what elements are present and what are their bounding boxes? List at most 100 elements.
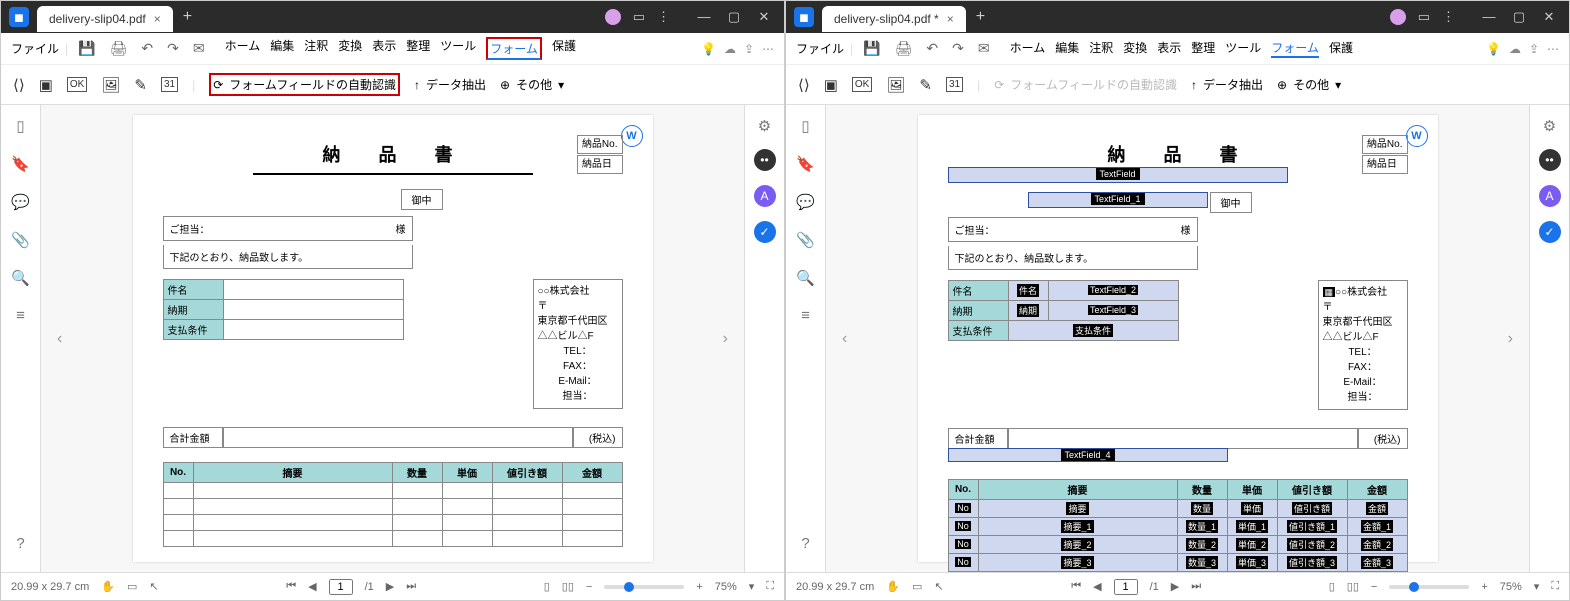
form-field[interactable]: TextField_2 <box>1048 281 1178 301</box>
menu-protect[interactable]: 保護 <box>552 37 576 60</box>
bookmark-icon[interactable]: 🔖 <box>796 155 815 173</box>
print-icon[interactable]: 🖨 <box>106 40 132 57</box>
zoom-slider[interactable] <box>604 585 684 589</box>
menu-convert[interactable]: 変換 <box>1123 39 1147 58</box>
form-field[interactable]: 支払条件 <box>1008 321 1178 341</box>
cursor-icon[interactable]: ↖ <box>149 580 158 593</box>
layers-icon[interactable]: ≡ <box>801 307 810 324</box>
tool-date-icon[interactable]: 31 <box>946 77 963 92</box>
next-page-arrow[interactable]: › <box>719 326 732 352</box>
data-extract-button[interactable]: ↑ データ抽出 <box>414 76 486 93</box>
tool-textfield-icon[interactable]: ⟨⟩ <box>798 76 810 94</box>
page-input[interactable] <box>1114 579 1138 595</box>
close-window-icon[interactable]: ✕ <box>752 9 776 25</box>
other-button[interactable]: ⊕ その他 ▾ <box>1277 76 1341 93</box>
tool-date-icon[interactable]: 31 <box>161 77 178 92</box>
first-page-icon[interactable]: ⏮ <box>1071 580 1081 593</box>
undo-icon[interactable]: ↶ <box>137 40 157 57</box>
print-icon[interactable]: 🖨 <box>891 40 917 57</box>
redo-icon[interactable]: ↷ <box>163 40 183 57</box>
prev-icon[interactable]: ◀ <box>1093 580 1101 593</box>
avatar-icon[interactable] <box>1390 9 1406 25</box>
auto-recognize-button[interactable]: ⟳ フォームフィールドの自動認識 <box>209 73 400 96</box>
menu-view[interactable]: 表示 <box>1157 39 1181 58</box>
save-icon[interactable]: 💾 <box>859 40 884 57</box>
help-icon[interactable]: ? <box>801 535 809 552</box>
zoom-in-icon[interactable]: + <box>1481 581 1487 593</box>
settings-icon[interactable]: ⚙ <box>758 117 771 135</box>
more-icon[interactable]: ⋯ <box>1547 42 1559 56</box>
fullscreen-icon[interactable]: ⛶ <box>1551 580 1559 593</box>
menu-dots-icon[interactable]: ⋮ <box>657 9 670 25</box>
tool-image-icon[interactable]: 🖼 <box>101 76 120 94</box>
tool-textfield-icon[interactable]: ⟨⟩ <box>13 76 25 94</box>
tool-ok-icon[interactable]: OK <box>852 77 872 92</box>
layers-icon[interactable]: ≡ <box>16 307 25 324</box>
menu-edit[interactable]: 編集 <box>1055 39 1079 58</box>
word-badge-icon[interactable]: W <box>621 125 643 147</box>
close-window-icon[interactable]: ✕ <box>1537 9 1561 25</box>
ai-badge-1[interactable]: •• <box>1539 149 1561 171</box>
ai-badge-2[interactable]: A <box>1539 185 1561 207</box>
search-icon[interactable]: 🔍 <box>11 269 30 287</box>
next-page-arrow[interactable]: › <box>1504 326 1517 352</box>
share-icon[interactable]: ⇪ <box>744 42 754 56</box>
first-page-icon[interactable]: ⏮ <box>286 580 296 593</box>
mail-icon[interactable]: ✉ <box>189 40 209 57</box>
menu-file[interactable]: ファイル <box>796 40 844 57</box>
bookmark-icon[interactable]: 🔖 <box>11 155 30 173</box>
menu-protect[interactable]: 保護 <box>1329 39 1353 58</box>
redo-icon[interactable]: ↷ <box>948 40 968 57</box>
last-page-icon[interactable]: ⏭ <box>1191 580 1201 593</box>
cloud-icon[interactable]: ☁ <box>724 42 736 56</box>
next-icon[interactable]: ▶ <box>1171 580 1179 593</box>
tab[interactable]: delivery-slip04.pdf × <box>37 6 173 32</box>
prev-page-arrow[interactable]: ‹ <box>838 326 851 352</box>
menu-home[interactable]: ホーム <box>225 37 261 60</box>
fullscreen-icon[interactable]: ⛶ <box>766 580 774 593</box>
textfield-overlay[interactable]: TextField <box>948 167 1288 183</box>
prev-icon[interactable]: ◀ <box>308 580 316 593</box>
page-icon[interactable]: ▯ <box>16 117 24 135</box>
menu-tools[interactable]: ツール <box>440 37 476 60</box>
menu-comment[interactable]: 注釈 <box>304 37 328 60</box>
page-icon[interactable]: ▯ <box>801 117 809 135</box>
word-badge-icon[interactable]: W <box>1406 125 1428 147</box>
data-extract-button[interactable]: ↑ データ抽出 <box>1191 76 1263 93</box>
next-icon[interactable]: ▶ <box>386 580 394 593</box>
help-icon[interactable]: ? <box>16 535 24 552</box>
close-icon[interactable]: × <box>947 12 954 26</box>
zoom-out-icon[interactable]: − <box>586 581 592 593</box>
menu-file[interactable]: ファイル <box>11 40 59 57</box>
page-input[interactable] <box>329 579 353 595</box>
single-page-icon[interactable]: ▯ <box>1329 580 1335 593</box>
add-tab-button[interactable]: + <box>976 8 985 26</box>
ai-badge-2[interactable]: A <box>754 185 776 207</box>
ai-badge-3[interactable]: ✓ <box>754 221 776 243</box>
comment-icon[interactable]: 💬 <box>796 193 815 211</box>
zoom-in-icon[interactable]: + <box>696 581 702 593</box>
tool-signature-icon[interactable]: ✎ <box>134 76 147 94</box>
bulb-icon[interactable]: 💡 <box>1486 42 1501 56</box>
double-page-icon[interactable]: ▯▯ <box>562 580 574 593</box>
select-icon[interactable]: ▭ <box>127 580 137 593</box>
ai-badge-1[interactable]: •• <box>754 149 776 171</box>
menu-form[interactable]: フォーム <box>1271 39 1319 58</box>
menu-tools[interactable]: ツール <box>1225 39 1261 58</box>
hand-icon[interactable]: ✋ <box>886 580 900 593</box>
chevron-down-icon[interactable]: ▾ <box>749 580 755 593</box>
add-tab-button[interactable]: + <box>183 8 192 26</box>
tool-image-icon[interactable]: 🖼 <box>886 76 905 94</box>
ai-badge-3[interactable]: ✓ <box>1539 221 1561 243</box>
minimize-icon[interactable]: — <box>1477 9 1501 25</box>
mail-icon[interactable]: ✉ <box>974 40 994 57</box>
prev-page-arrow[interactable]: ‹ <box>53 326 66 352</box>
textfield1-overlay[interactable]: TextField_1 <box>1028 192 1208 208</box>
attachment-icon[interactable]: 📎 <box>11 231 30 249</box>
cursor-icon[interactable]: ↖ <box>934 580 943 593</box>
tool-checkbox-icon[interactable]: ▣ <box>39 76 53 94</box>
attachment-icon[interactable]: 📎 <box>796 231 815 249</box>
form-field[interactable]: TextField_3 <box>1048 301 1178 321</box>
search-icon[interactable]: 🔍 <box>796 269 815 287</box>
maximize-icon[interactable]: ▢ <box>722 9 746 25</box>
